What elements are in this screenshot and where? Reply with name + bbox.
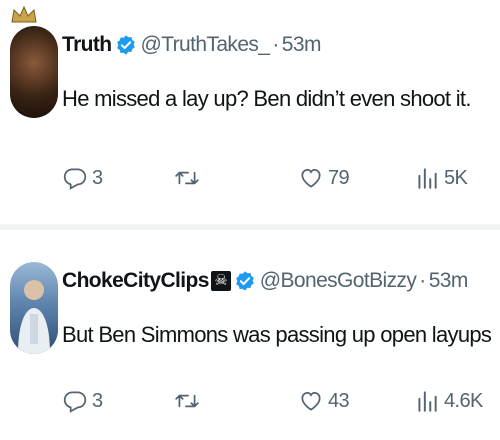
verified-badge-icon	[235, 271, 254, 291]
skull-crossbones-icon: ☠	[210, 271, 231, 291]
view-count: 5K	[444, 166, 468, 189]
reply-icon	[63, 168, 87, 190]
action-bar: 3 79 5K	[62, 165, 482, 195]
timestamp[interactable]: 53m	[429, 269, 469, 293]
like-count: 79	[328, 166, 350, 189]
tweet-text: He missed a lay up? Ben didn’t even shoo…	[62, 86, 471, 111]
heart-icon	[301, 169, 321, 188]
retweet-icon	[175, 394, 199, 408]
tweet-text: But Ben Simmons was passing up open layu…	[62, 322, 492, 347]
views-chart-icon	[418, 391, 437, 412]
retweet-button[interactable]	[174, 388, 200, 414]
display-name[interactable]: ChokeCityClips	[62, 269, 209, 293]
crown-icon	[11, 6, 37, 23]
timestamp[interactable]: 53m	[282, 33, 322, 57]
tweet-header: Truth @TruthTakes_ · 53m	[62, 30, 321, 60]
display-name[interactable]: Truth	[62, 33, 112, 57]
tweet[interactable]: ChokeCityClips ☠ @BonesGotBizzy · 53m Bu…	[0, 230, 500, 440]
reply-button[interactable]: 3	[62, 388, 103, 414]
verified-badge-icon	[116, 35, 135, 55]
username-handle[interactable]: @BonesGotBizzy	[260, 269, 417, 293]
reply-count: 3	[92, 389, 103, 412]
tweet-header: ChokeCityClips ☠ @BonesGotBizzy · 53m	[62, 266, 468, 296]
views-button[interactable]: 4.6K	[414, 388, 483, 414]
reply-count: 3	[92, 166, 103, 189]
separator-dot: ·	[272, 33, 279, 56]
like-button[interactable]: 43	[298, 388, 350, 414]
views-button[interactable]: 5K	[414, 165, 468, 191]
avatar[interactable]	[10, 26, 58, 118]
views-chart-icon	[418, 168, 437, 189]
tweet[interactable]: Truth @TruthTakes_ · 53m He missed a lay…	[0, 0, 500, 222]
view-count: 4.6K	[444, 389, 483, 412]
retweet-button[interactable]	[174, 165, 200, 191]
heart-icon	[301, 392, 321, 411]
action-bar: 3 43 4.6K	[62, 388, 483, 418]
reply-icon	[63, 391, 87, 413]
like-button[interactable]: 79	[298, 165, 350, 191]
retweet-icon	[175, 171, 199, 185]
reply-button[interactable]: 3	[62, 165, 103, 191]
person-avatar-icon	[18, 280, 50, 354]
separator-dot: ·	[419, 269, 426, 292]
avatar[interactable]	[10, 262, 58, 354]
like-count: 43	[328, 389, 350, 412]
username-handle[interactable]: @TruthTakes_	[141, 33, 270, 57]
